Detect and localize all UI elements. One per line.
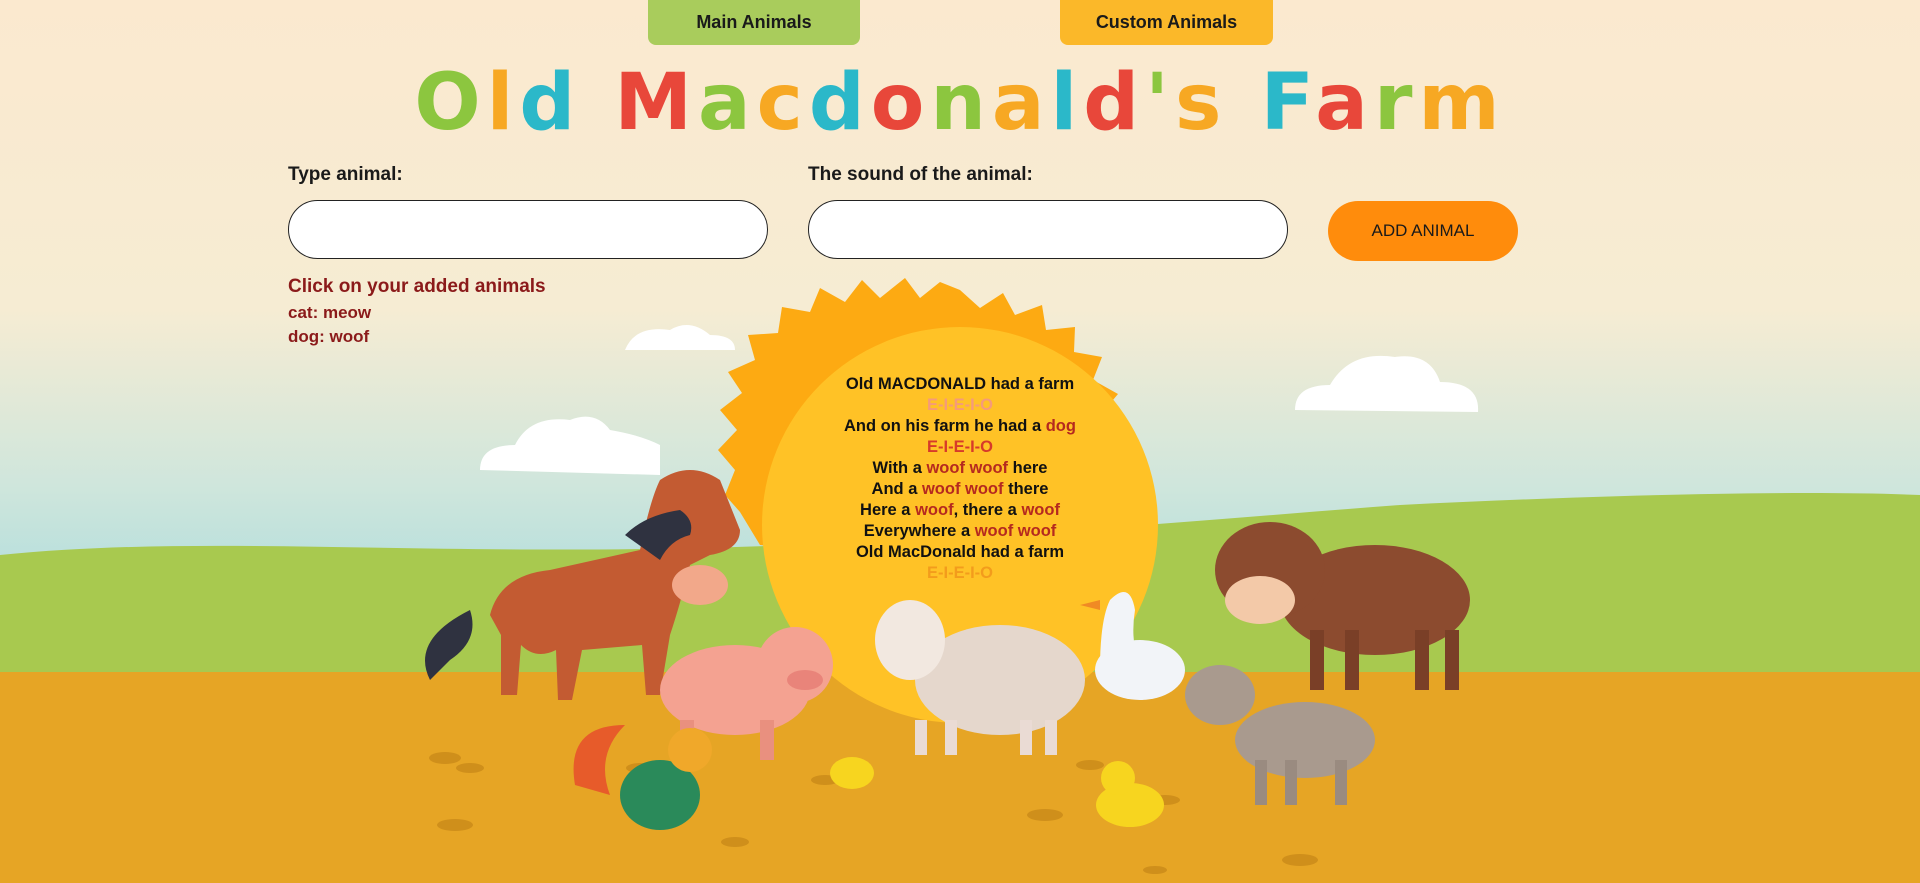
title-letter: c (756, 58, 809, 148)
title-letter (581, 58, 614, 148)
animal-field-label: Type animal: (288, 164, 403, 185)
added-animal-item[interactable]: dog: woof (288, 327, 369, 347)
lyric-line: E-I-E-I-O (927, 396, 993, 414)
title-letter: d (808, 58, 871, 148)
title-letter: a (1315, 58, 1374, 148)
title-letter: O (414, 58, 487, 148)
added-animal-item[interactable]: cat: meow (288, 303, 371, 323)
lyric-line: E-I-E-I-O (927, 438, 993, 456)
song-lyrics: Old MACDONALD had a farm E-I-E-I-O And o… (760, 374, 1160, 584)
title-letter: a (991, 58, 1051, 148)
title-letter: l (486, 58, 520, 148)
sound-input[interactable] (808, 200, 1288, 259)
title-letter: r (1373, 58, 1419, 148)
title-letter: ' (1145, 58, 1175, 148)
add-animal-button[interactable]: ADD ANIMAL (1328, 201, 1518, 261)
main-animals-tab[interactable]: Main Animals (648, 0, 860, 45)
title-letter: F (1260, 58, 1316, 148)
page-title: Old Macdonald's Farm (0, 58, 1920, 148)
lyric-line: And on his farm he had a dog (844, 417, 1076, 435)
title-letter (1227, 58, 1260, 148)
lyric-line: Old MacDonald had a farm (855, 543, 1065, 561)
title-letter: m (1418, 58, 1506, 148)
custom-animals-tab[interactable]: Custom Animals (1060, 0, 1273, 45)
title-letter: d (519, 58, 582, 148)
title-letter: a (698, 58, 757, 148)
lyric-line: Here a woof, there a woof (860, 501, 1060, 519)
lyric-line: And a woof woof there (871, 480, 1049, 498)
lyric-line: With a woof woof here (872, 459, 1048, 477)
title-letter: M (614, 58, 698, 148)
title-letter: n (930, 58, 992, 148)
title-letter: o (870, 58, 931, 148)
animal-input[interactable] (288, 200, 768, 259)
lyric-line: Old MACDONALD had a farm (845, 375, 1075, 393)
title-letter: l (1050, 58, 1084, 148)
lyric-line: Everywhere a woof woof (863, 522, 1057, 540)
title-letter: s (1174, 58, 1228, 148)
title-letter: d (1083, 58, 1146, 148)
added-animals-heading: Click on your added animals (288, 276, 546, 297)
lyric-line: E-I-E-I-O (927, 564, 993, 582)
sound-field-label: The sound of the animal: (808, 164, 1033, 185)
